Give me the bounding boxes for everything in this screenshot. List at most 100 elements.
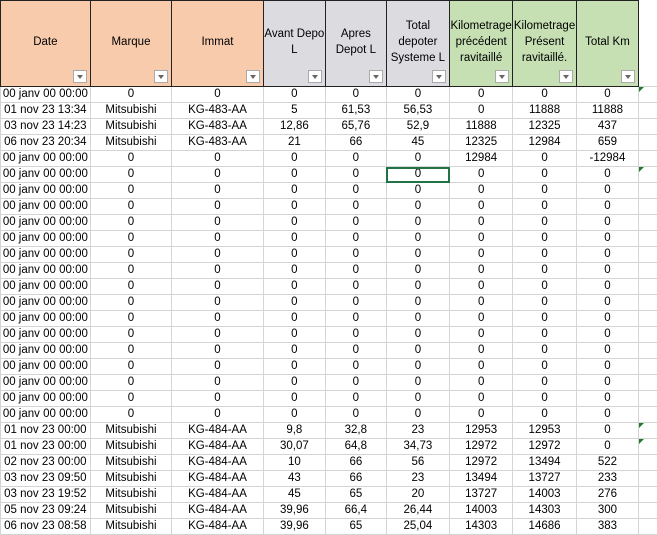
cell[interactable]: 0 <box>263 295 325 311</box>
cell[interactable]: 0 <box>450 343 513 359</box>
filter-dropdown-icon[interactable] <box>73 70 87 83</box>
cell[interactable]: 0 <box>450 295 513 311</box>
cell[interactable]: 65 <box>326 487 387 503</box>
cell[interactable]: 00 janv 00 00:00 <box>1 359 91 375</box>
cell[interactable]: 12984 <box>450 151 513 167</box>
cell[interactable]: 65,76 <box>326 119 387 135</box>
empty-cell[interactable] <box>638 359 657 375</box>
cell[interactable]: 0 <box>90 295 172 311</box>
cell[interactable]: 11888 <box>513 103 577 119</box>
cell[interactable]: 0 <box>326 295 387 311</box>
cell[interactable]: 0 <box>576 407 638 423</box>
empty-cell[interactable] <box>638 167 657 183</box>
cell[interactable]: 0 <box>450 199 513 215</box>
cell[interactable]: 0 <box>513 167 577 183</box>
cell[interactable]: 13494 <box>450 471 513 487</box>
cell[interactable]: 0 <box>576 199 638 215</box>
cell[interactable]: 0 <box>326 359 387 375</box>
filter-dropdown-icon[interactable] <box>621 70 635 83</box>
cell[interactable]: 0 <box>263 199 325 215</box>
cell[interactable]: 0 <box>326 279 387 295</box>
cell[interactable]: 0 <box>263 343 325 359</box>
cell[interactable]: 14003 <box>450 503 513 519</box>
cell[interactable]: 0 <box>172 407 263 423</box>
cell[interactable]: 0 <box>263 407 325 423</box>
cell[interactable]: Mitsubishi <box>90 119 172 135</box>
cell[interactable]: 00 janv 00 00:00 <box>1 343 91 359</box>
cell[interactable]: 03 nov 23 19:52 <box>1 487 91 503</box>
cell[interactable]: 0 <box>450 327 513 343</box>
cell[interactable]: 0 <box>513 327 577 343</box>
cell[interactable]: Mitsubishi <box>90 423 172 439</box>
empty-cell[interactable] <box>638 135 657 151</box>
cell[interactable]: 0 <box>450 87 513 103</box>
cell[interactable]: 0 <box>386 231 450 247</box>
cell[interactable]: 0 <box>386 247 450 263</box>
cell[interactable]: 01 nov 23 00:00 <box>1 439 91 455</box>
cell[interactable]: 437 <box>576 119 638 135</box>
cell[interactable]: 32,8 <box>326 423 387 439</box>
cell[interactable]: 0 <box>90 87 172 103</box>
cell[interactable]: 0 <box>90 327 172 343</box>
cell[interactable]: 0 <box>90 407 172 423</box>
error-indicator-icon[interactable] <box>639 423 644 428</box>
cell[interactable]: 11888 <box>450 119 513 135</box>
cell[interactable]: 0 <box>172 167 263 183</box>
cell[interactable]: 02 nov 23 00:00 <box>1 455 91 471</box>
cell[interactable]: 13494 <box>513 455 577 471</box>
cell[interactable]: 0 <box>576 391 638 407</box>
cell[interactable]: 0 <box>263 231 325 247</box>
cell[interactable]: 00 janv 00 00:00 <box>1 295 91 311</box>
cell[interactable]: 00 janv 00 00:00 <box>1 247 91 263</box>
cell[interactable]: Mitsubishi <box>90 135 172 151</box>
cell[interactable]: 0 <box>450 391 513 407</box>
empty-cell[interactable] <box>638 503 657 519</box>
cell[interactable]: 0 <box>513 247 577 263</box>
cell[interactable]: 25,04 <box>386 519 450 535</box>
cell[interactable]: 10 <box>263 455 325 471</box>
cell[interactable]: 0 <box>172 87 263 103</box>
cell[interactable]: 00 janv 00 00:00 <box>1 263 91 279</box>
cell[interactable]: 12325 <box>513 119 577 135</box>
empty-cell[interactable] <box>638 311 657 327</box>
cell[interactable]: 0 <box>326 199 387 215</box>
cell[interactable]: 0 <box>172 183 263 199</box>
cell[interactable]: 39,96 <box>263 503 325 519</box>
cell[interactable]: 0 <box>90 167 172 183</box>
cell[interactable]: 0 <box>172 295 263 311</box>
empty-cell[interactable] <box>638 343 657 359</box>
cell[interactable]: 03 nov 23 14:23 <box>1 119 91 135</box>
cell[interactable]: 0 <box>513 263 577 279</box>
cell[interactable]: 0 <box>386 407 450 423</box>
cell[interactable]: 300 <box>576 503 638 519</box>
cell[interactable]: 0 <box>326 167 387 183</box>
cell[interactable]: 00 janv 00 00:00 <box>1 279 91 295</box>
cell[interactable]: 0 <box>576 167 638 183</box>
cell[interactable]: 0 <box>90 343 172 359</box>
cell[interactable]: 0 <box>450 359 513 375</box>
cell[interactable]: 0 <box>90 263 172 279</box>
cell[interactable]: 0 <box>513 183 577 199</box>
cell[interactable]: 03 nov 23 09:50 <box>1 471 91 487</box>
cell[interactable]: 0 <box>172 375 263 391</box>
cell[interactable]: 0 <box>386 359 450 375</box>
cell[interactable]: 12325 <box>450 135 513 151</box>
cell[interactable]: 0 <box>386 391 450 407</box>
cell[interactable]: Mitsubishi <box>90 471 172 487</box>
cell[interactable]: 0 <box>90 215 172 231</box>
cell[interactable]: 0 <box>513 375 577 391</box>
empty-cell[interactable] <box>638 519 657 535</box>
filter-dropdown-icon[interactable] <box>432 70 446 83</box>
cell[interactable]: 0 <box>576 295 638 311</box>
empty-cell[interactable] <box>638 327 657 343</box>
cell[interactable]: 00 janv 00 00:00 <box>1 327 91 343</box>
cell[interactable]: KG-484-AA <box>172 487 263 503</box>
cell[interactable]: 0 <box>386 375 450 391</box>
cell[interactable]: 0 <box>576 183 638 199</box>
cell[interactable]: Mitsubishi <box>90 103 172 119</box>
cell[interactable]: 0 <box>450 231 513 247</box>
cell[interactable]: 23 <box>386 471 450 487</box>
cell[interactable]: KG-484-AA <box>172 503 263 519</box>
cell[interactable]: 0 <box>90 231 172 247</box>
cell[interactable]: 14686 <box>513 519 577 535</box>
